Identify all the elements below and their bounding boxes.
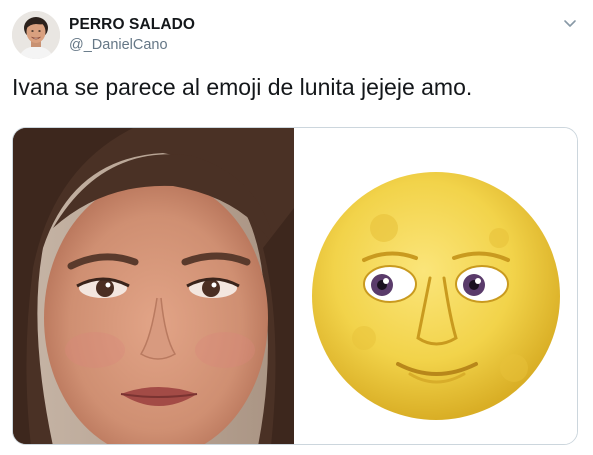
tweet-menu-button[interactable] — [559, 12, 581, 34]
chevron-down-icon — [564, 20, 576, 27]
face-photo-image — [13, 128, 294, 444]
tweet-card: PERRO SALADO @_DanielCano Ivana se parec… — [0, 0, 593, 455]
user-handle[interactable]: @_DanielCano — [69, 37, 168, 53]
moon-emoji-image[interactable] — [294, 128, 577, 444]
tweet-text: Ivana se parece al emoji de lunita jejej… — [12, 74, 473, 100]
user-avatar[interactable] — [12, 11, 60, 59]
full-moon-face-icon — [312, 172, 560, 420]
display-name[interactable]: PERRO SALADO — [69, 16, 195, 34]
tweet-media[interactable] — [12, 127, 578, 445]
woman-face-photo[interactable] — [13, 128, 294, 444]
user-avatar-icon — [12, 11, 60, 59]
